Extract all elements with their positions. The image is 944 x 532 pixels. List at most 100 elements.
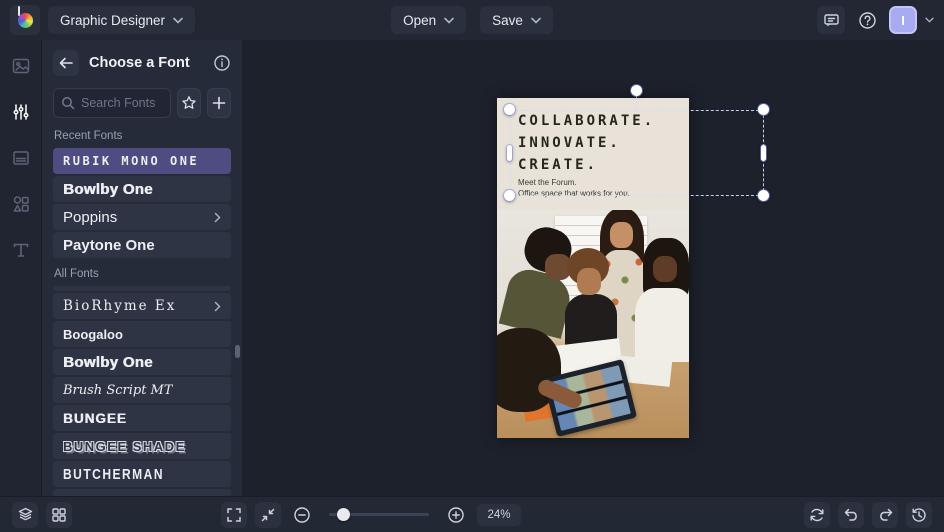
all-fonts-label: All Fonts <box>54 268 99 280</box>
feedback-button[interactable] <box>817 6 845 34</box>
templates-grid-button[interactable] <box>46 501 72 528</box>
font-item[interactable]: Bowlby One <box>53 349 231 375</box>
open-button[interactable]: Open <box>391 6 467 34</box>
layout-tab[interactable] <box>11 148 31 168</box>
chevron-down-icon <box>531 17 541 24</box>
panel-title: Choose a Font <box>89 55 190 71</box>
font-item-label: RUBIK MONO ONE <box>63 154 200 168</box>
font-item-label: Boogaloo <box>63 326 123 342</box>
all-fonts-list: BioRhyme Ex Boogaloo Bowlby One Brush Scrip… <box>53 286 231 496</box>
edit-panel-tab[interactable] <box>11 102 31 122</box>
open-label: Open <box>403 12 437 28</box>
app-mode-label: Graphic Designer <box>60 12 166 28</box>
zoom-in-button[interactable] <box>443 502 469 528</box>
canvas-area[interactable]: COLLABORATE. INNOVATE. CREATE. Meet the … <box>242 40 944 496</box>
layers-icon <box>18 507 32 521</box>
tool-rail <box>0 40 42 496</box>
fit-screen-button[interactable] <box>255 501 281 528</box>
photo-person <box>635 288 689 362</box>
zoom-slider-knob[interactable] <box>337 508 350 521</box>
font-item[interactable]: BUNGEE SHADE <box>53 433 231 459</box>
selection-handle-top-right[interactable] <box>758 104 769 115</box>
poster-subtitle-line: Meet the Forum. <box>518 178 577 187</box>
grid-icon <box>52 507 66 522</box>
font-item-label: Paytone One <box>63 236 155 254</box>
layers-button[interactable] <box>12 501 38 528</box>
font-item[interactable]: BioRhyme Ex <box>53 293 231 319</box>
selection-handle-bottom-left[interactable] <box>504 190 515 201</box>
photo-person <box>610 222 633 248</box>
shapes-icon <box>13 196 29 212</box>
info-button[interactable] <box>213 54 231 72</box>
text-tab[interactable] <box>11 240 31 260</box>
save-button[interactable]: Save <box>480 6 553 34</box>
font-item-label: BUNGEE <box>63 410 127 426</box>
recent-fonts-label: Recent Fonts <box>54 130 123 142</box>
expand-icon <box>227 507 241 522</box>
font-item[interactable]: Paytone One <box>53 232 231 258</box>
poster-title-line: INNOVATE. <box>518 135 621 151</box>
chevron-right-icon <box>214 212 221 222</box>
search-fonts-input[interactable] <box>81 96 163 110</box>
font-item-label: BUNGEE SHADE <box>63 438 186 454</box>
back-arrow-icon <box>59 57 73 69</box>
info-icon <box>214 55 230 71</box>
font-item[interactable]: Poppins <box>53 204 231 230</box>
favorite-fonts-button[interactable] <box>177 88 201 118</box>
poster-title-text[interactable]: COLLABORATE. INNOVATE. CREATE. <box>518 110 655 176</box>
plus-icon <box>212 96 226 110</box>
zoom-out-button[interactable] <box>289 502 315 528</box>
layout-icon <box>12 151 29 165</box>
recent-fonts-list: RUBIK MONO ONE Bowlby One Poppins Paytone O… <box>53 148 231 258</box>
font-item[interactable]: Bowlby One <box>53 176 231 202</box>
help-button[interactable] <box>853 6 881 34</box>
befunky-logo[interactable] <box>10 5 40 35</box>
comment-icon <box>823 13 839 26</box>
star-icon <box>182 96 196 109</box>
design-poster[interactable]: COLLABORATE. INNOVATE. CREATE. Meet the … <box>497 98 689 438</box>
user-avatar[interactable]: I <box>889 6 917 34</box>
text-icon <box>13 243 28 257</box>
font-item[interactable]: Boogaloo <box>53 321 231 347</box>
photo-person <box>653 256 677 282</box>
panel-scrollbar[interactable] <box>235 345 240 358</box>
graphics-tab[interactable] <box>11 194 31 214</box>
poster-photo[interactable] <box>497 210 689 438</box>
selection-handle-left[interactable] <box>507 145 512 161</box>
font-item-partial[interactable] <box>53 286 231 291</box>
font-item[interactable]: Butterfly Kids <box>53 489 231 496</box>
zoom-percentage[interactable]: 24% <box>477 503 521 526</box>
adjust-sliders-icon <box>13 104 28 120</box>
top-bar: Graphic Designer Open Save I <box>0 0 944 40</box>
selection-handle-right[interactable] <box>761 145 766 161</box>
zoom-out-icon <box>294 506 310 523</box>
font-item-label: BUTCHERMAN <box>63 465 164 483</box>
account-chevron-down-icon[interactable] <box>925 17 934 23</box>
font-item-label: Bowlby One <box>63 180 153 198</box>
poster-subtitle-text[interactable]: Meet the Forum. Office space that works … <box>518 178 630 199</box>
zoom-in-icon <box>448 506 464 523</box>
search-fonts-box[interactable] <box>53 88 171 118</box>
search-icon <box>62 97 75 110</box>
fullscreen-button[interactable] <box>221 501 247 528</box>
bottom-toolbar: 24% <box>0 496 944 532</box>
add-font-button[interactable] <box>207 88 231 118</box>
chevron-down-icon <box>173 17 183 24</box>
app-mode-menu[interactable]: Graphic Designer <box>48 6 196 34</box>
image-manager-tab[interactable] <box>11 56 31 76</box>
selection-handle-top-left[interactable] <box>504 104 515 115</box>
zoom-slider[interactable] <box>329 508 429 521</box>
photo-person <box>577 268 601 295</box>
font-panel: Choose a Font Recent Fonts RUBIK MONO <box>42 40 242 496</box>
font-item[interactable]: BUNGEE <box>53 405 231 431</box>
font-item-label: BioRhyme Ex <box>63 298 177 314</box>
font-item-label: Poppins <box>63 208 118 226</box>
back-button[interactable] <box>53 50 79 76</box>
chevron-right-icon <box>214 301 221 311</box>
font-item[interactable]: BUTCHERMAN <box>53 461 231 487</box>
font-item[interactable]: RUBIK MONO ONE <box>53 148 231 174</box>
chevron-down-icon <box>444 17 454 24</box>
selection-rotate-handle[interactable] <box>631 85 642 96</box>
font-item[interactable]: Brush Script MT <box>53 377 231 403</box>
selection-handle-bottom-right[interactable] <box>758 190 769 201</box>
